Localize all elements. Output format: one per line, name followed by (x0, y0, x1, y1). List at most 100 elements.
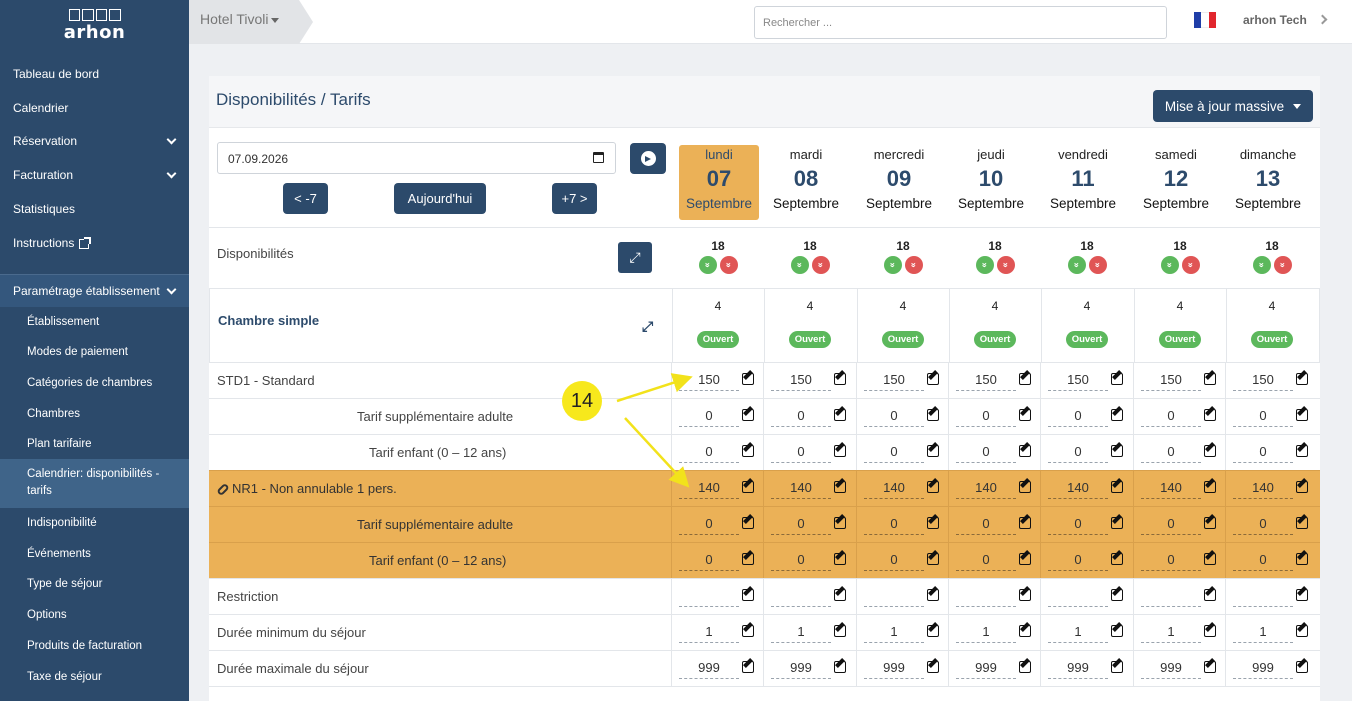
close-all-icon[interactable]: » (904, 256, 923, 274)
edit-icon[interactable] (1296, 445, 1308, 457)
rate-value[interactable]: 0 (771, 408, 831, 427)
edit-icon[interactable] (1111, 409, 1123, 421)
day-header[interactable]: jeudi 10 Septembre (951, 145, 1031, 220)
rate-value[interactable]: 0 (771, 516, 831, 535)
edit-icon[interactable] (1296, 553, 1308, 565)
edit-icon[interactable] (1111, 481, 1123, 493)
rate-value[interactable]: 150 (1233, 372, 1293, 391)
edit-icon[interactable] (1111, 661, 1123, 673)
sidebar-item-statistics[interactable]: Statistiques (0, 200, 189, 218)
edit-icon[interactable] (1019, 517, 1031, 529)
edit-icon[interactable] (1296, 409, 1308, 421)
rate-value[interactable]: 0 (956, 516, 1016, 535)
rate-value[interactable]: 0 (864, 552, 924, 571)
rate-value[interactable]: 0 (864, 408, 924, 427)
next-week-button[interactable]: +7 > (552, 183, 597, 214)
edit-icon[interactable] (1019, 373, 1031, 385)
today-button[interactable]: Aujourd'hui (394, 183, 486, 214)
day-header[interactable]: mercredi 09 Septembre (859, 145, 939, 220)
status-badge[interactable]: Ouvert (1250, 331, 1294, 348)
edit-icon[interactable] (1204, 409, 1216, 421)
chevron-right-icon[interactable] (1317, 14, 1328, 25)
edit-icon[interactable] (834, 553, 846, 565)
sidebar-subitem-options[interactable]: Options (0, 606, 189, 624)
mass-update-button[interactable]: Mise à jour massive (1153, 90, 1313, 122)
status-badge[interactable]: Ouvert (881, 331, 925, 348)
edit-icon[interactable] (927, 553, 939, 565)
edit-icon[interactable] (1111, 445, 1123, 457)
close-all-icon[interactable]: » (811, 256, 830, 274)
rate-value[interactable]: 140 (771, 480, 831, 499)
edit-icon[interactable] (742, 553, 754, 565)
edit-icon[interactable] (1111, 517, 1123, 529)
rate-value[interactable]: 1 (1233, 624, 1293, 643)
edit-icon[interactable] (742, 373, 754, 385)
rate-value[interactable]: 0 (1048, 516, 1108, 535)
edit-icon[interactable] (834, 445, 846, 457)
rate-value[interactable]: 999 (1141, 660, 1201, 679)
rate-value[interactable]: 0 (1141, 408, 1201, 427)
edit-icon[interactable] (834, 373, 846, 385)
rate-value[interactable]: 150 (864, 372, 924, 391)
rate-value[interactable]: 0 (1233, 552, 1293, 571)
edit-icon[interactable] (927, 445, 939, 457)
rate-value[interactable] (864, 588, 924, 607)
edit-icon[interactable] (1204, 373, 1216, 385)
rate-value[interactable]: 1 (679, 624, 739, 643)
status-badge[interactable]: Ouvert (973, 331, 1017, 348)
edit-icon[interactable] (1204, 661, 1216, 673)
rate-value[interactable]: 150 (1141, 372, 1201, 391)
rate-value[interactable]: 140 (864, 480, 924, 499)
edit-icon[interactable] (927, 625, 939, 637)
edit-icon[interactable] (1296, 517, 1308, 529)
hotel-selector[interactable]: Hotel Tivoli (189, 0, 313, 44)
edit-icon[interactable] (1019, 553, 1031, 565)
open-all-icon[interactable]: » (1067, 256, 1086, 274)
rate-value[interactable]: 999 (679, 660, 739, 679)
close-all-icon[interactable]: » (1181, 256, 1200, 274)
status-badge[interactable]: Ouvert (696, 331, 740, 348)
edit-icon[interactable] (1204, 445, 1216, 457)
open-all-icon[interactable]: » (883, 256, 902, 274)
rate-value[interactable]: 140 (1141, 480, 1201, 499)
status-badge[interactable]: Ouvert (788, 331, 832, 348)
sidebar-subitem-payment-modes[interactable]: Modes de paiement (0, 343, 189, 361)
rate-value[interactable]: 0 (679, 444, 739, 463)
edit-icon[interactable] (834, 409, 846, 421)
edit-icon[interactable] (834, 481, 846, 493)
edit-icon[interactable] (742, 445, 754, 457)
sidebar-subitem-events[interactable]: Événements (0, 545, 189, 563)
rate-value[interactable] (771, 588, 831, 607)
rate-value[interactable]: 0 (1141, 444, 1201, 463)
rate-value[interactable]: 0 (771, 552, 831, 571)
edit-icon[interactable] (1111, 589, 1123, 601)
rate-value[interactable]: 0 (956, 444, 1016, 463)
rate-value[interactable] (956, 588, 1016, 607)
edit-icon[interactable] (1296, 373, 1308, 385)
edit-icon[interactable] (834, 589, 846, 601)
edit-icon[interactable] (1296, 481, 1308, 493)
edit-icon[interactable] (1111, 553, 1123, 565)
rate-value[interactable]: 0 (956, 552, 1016, 571)
sidebar-subitem-stay-type[interactable]: Type de séjour (0, 575, 189, 593)
rate-value[interactable]: 150 (679, 372, 739, 391)
edit-icon[interactable] (742, 517, 754, 529)
rate-value[interactable]: 140 (1233, 480, 1293, 499)
close-all-icon[interactable]: » (719, 256, 738, 274)
rate-value[interactable]: 0 (1141, 516, 1201, 535)
open-all-icon[interactable]: » (698, 256, 717, 274)
sidebar-subitem-availability-calendar[interactable]: Calendrier: disponibilités - tarifs (0, 465, 189, 501)
sidebar-subitem-rooms[interactable]: Chambres (0, 405, 189, 423)
rate-value[interactable]: 999 (1048, 660, 1108, 679)
sidebar-item-billing[interactable]: Facturation (0, 166, 189, 184)
open-all-icon[interactable]: » (790, 256, 809, 274)
rate-value[interactable]: 1 (1048, 624, 1108, 643)
rate-value[interactable]: 999 (956, 660, 1016, 679)
sidebar-item-instructions[interactable]: Instructions (0, 234, 189, 252)
open-all-icon[interactable]: » (1160, 256, 1179, 274)
search-input[interactable] (754, 6, 1167, 39)
rate-value[interactable]: 0 (956, 408, 1016, 427)
rate-value[interactable]: 140 (1048, 480, 1108, 499)
expand-button[interactable]: ⤢ (618, 242, 652, 273)
rate-value[interactable] (1233, 588, 1293, 607)
